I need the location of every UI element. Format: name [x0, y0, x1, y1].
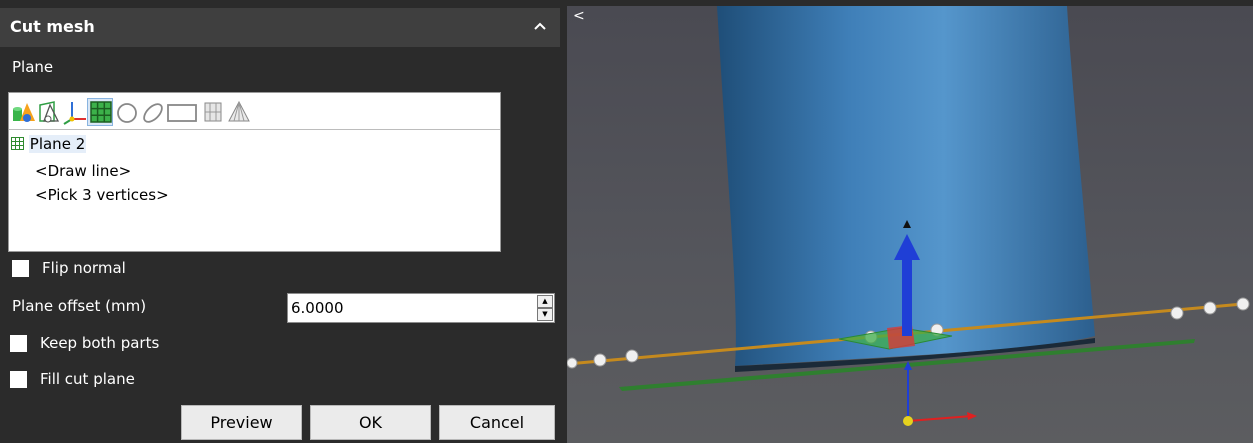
- cylinder-icon[interactable]: [200, 99, 224, 125]
- flip-normal-checkbox[interactable]: [12, 260, 29, 277]
- chevron-up-icon[interactable]: [530, 16, 550, 36]
- spin-down-icon[interactable]: ▼: [537, 308, 553, 321]
- 3d-viewport[interactable]: <: [567, 6, 1253, 443]
- rectangle-icon[interactable]: [166, 99, 198, 125]
- plane-type-toolbar: [9, 93, 500, 130]
- circle-icon[interactable]: [114, 99, 138, 125]
- preview-button[interactable]: Preview: [181, 405, 302, 440]
- scene-canvas[interactable]: [567, 6, 1253, 443]
- ellipse-icon[interactable]: [140, 99, 164, 125]
- chevron-left-icon[interactable]: <: [573, 8, 585, 24]
- tree-item-pick-3-vertices[interactable]: <Pick 3 vertices>: [35, 186, 169, 204]
- fill-cut-plane-checkbox[interactable]: [10, 371, 27, 388]
- axis-gizmo: [903, 361, 977, 426]
- cut-mesh-panel: Cut mesh Plane Plane 2 <Draw line> <Pick…: [0, 0, 565, 443]
- plane-section-label: Plane: [12, 58, 54, 76]
- cancel-button[interactable]: Cancel: [439, 405, 555, 440]
- cone-icon[interactable]: [226, 99, 250, 125]
- coordinate-axes-icon[interactable]: [62, 99, 86, 125]
- panel-title: Cut mesh: [10, 17, 95, 36]
- keep-both-parts-label: Keep both parts: [40, 334, 160, 352]
- plane-tree[interactable]: Plane 2 <Draw line> <Pick 3 vertices>: [8, 92, 501, 252]
- primitive-shapes-icon[interactable]: [11, 99, 35, 125]
- cone-plane-icon[interactable]: [36, 99, 60, 125]
- panel-header[interactable]: Cut mesh: [0, 8, 560, 47]
- flip-normal-label: Flip normal: [42, 259, 126, 277]
- plane-offset-field[interactable]: 6.0000 ▲ ▼: [287, 293, 555, 323]
- keep-both-parts-checkbox[interactable]: [10, 335, 27, 352]
- fill-cut-plane-label: Fill cut plane: [40, 370, 135, 388]
- spin-up-icon[interactable]: ▲: [537, 295, 553, 308]
- plane-offset-spinner[interactable]: ▲ ▼: [537, 295, 553, 321]
- plane-grid-icon: [11, 135, 29, 153]
- tree-item-draw-line[interactable]: <Draw line>: [35, 162, 131, 180]
- plane-offset-value[interactable]: 6.0000: [291, 299, 344, 317]
- ok-button[interactable]: OK: [310, 405, 431, 440]
- tree-item-label: Plane 2: [28, 135, 87, 153]
- tree-item-plane-2[interactable]: Plane 2: [11, 135, 87, 153]
- plane-grid-icon[interactable]: [87, 98, 113, 126]
- plane-offset-label: Plane offset (mm): [12, 297, 147, 315]
